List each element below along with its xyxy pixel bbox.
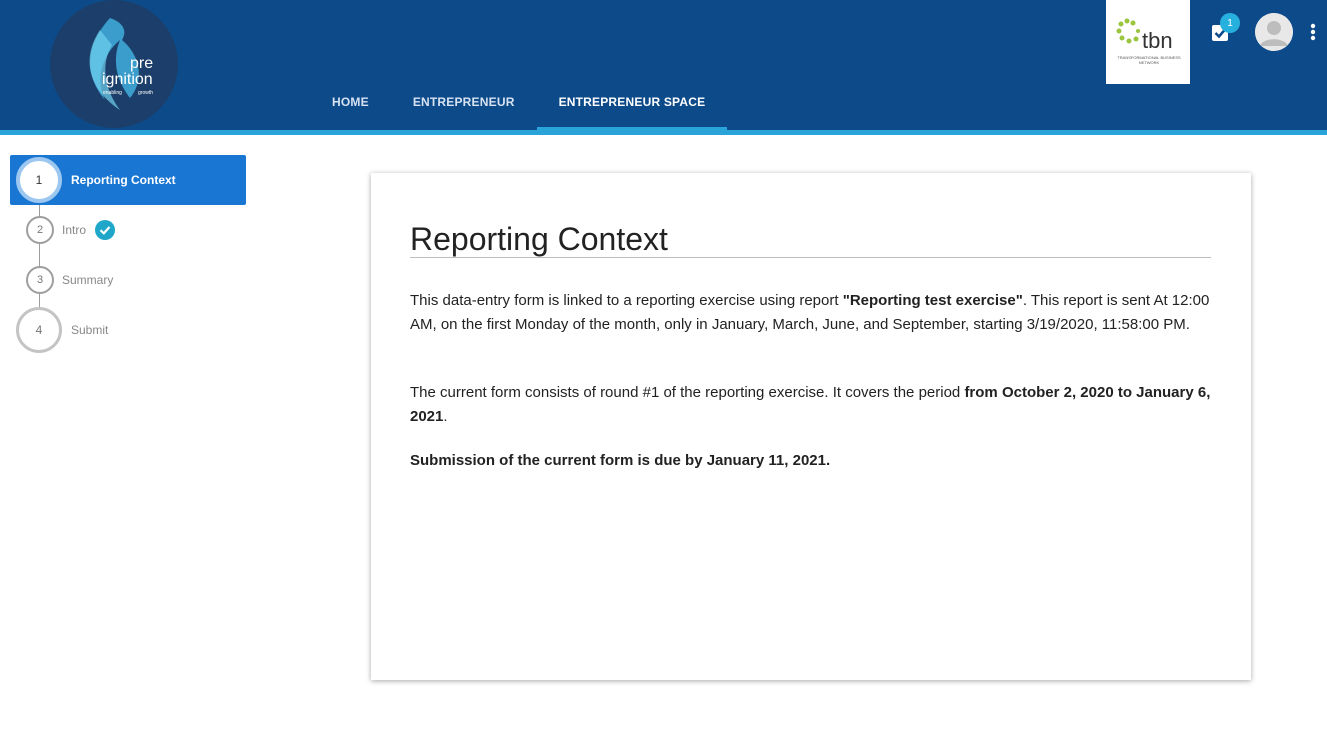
- app-header: pre ignition enabling growth HOME ENTREP…: [0, 0, 1327, 130]
- step-number: 4: [16, 307, 62, 353]
- report-description: This data-entry form is linked to a repo…: [410, 289, 1211, 337]
- svg-text:growth: growth: [138, 90, 153, 96]
- text-segment: .: [443, 408, 448, 425]
- step-label: Summary: [62, 273, 114, 287]
- period-description: The current form consists of round #1 of…: [410, 381, 1211, 429]
- due-date-notice: Submission of the current form is due by…: [410, 452, 831, 469]
- more-vertical-icon[interactable]: [1306, 20, 1320, 46]
- page-title: Reporting Context: [410, 221, 668, 257]
- tasks-badge: 1: [1220, 13, 1240, 33]
- main-nav: HOME ENTREPRENEUR ENTREPRENEUR SPACE: [310, 80, 728, 130]
- tbn-wordmark: tbn: [1142, 28, 1173, 53]
- title-divider: [410, 257, 1211, 258]
- text-segment: This data-entry form is linked to a repo…: [410, 292, 843, 309]
- step-label: Reporting Context: [71, 173, 176, 187]
- step-number: 2: [26, 216, 54, 244]
- header-accent-bar: [0, 130, 1327, 135]
- tab-entrepreneur[interactable]: ENTREPRENEUR: [391, 80, 537, 130]
- preignition-logo[interactable]: pre ignition enabling growth: [50, 0, 179, 128]
- report-name: "Reporting test exercise": [842, 292, 1023, 309]
- svg-text:pre: pre: [130, 55, 153, 72]
- svg-text:ignition: ignition: [102, 71, 153, 88]
- tbn-logo: tbn TRANSFORMATIONAL BUSINESS NETWORK: [1106, 0, 1190, 84]
- check-circle-icon: [95, 220, 115, 240]
- step-number: 1: [16, 157, 62, 203]
- step-label: Submit: [71, 323, 109, 337]
- text-segment: The current form consists of round #1 of…: [410, 384, 965, 401]
- step-label: Intro: [62, 223, 87, 237]
- content-card: Reporting Context This data-entry form i…: [371, 173, 1251, 680]
- svg-text:enabling: enabling: [103, 90, 122, 96]
- tab-entrepreneur-space[interactable]: ENTREPRENEUR SPACE: [536, 80, 728, 130]
- tab-home[interactable]: HOME: [310, 80, 391, 130]
- step-number: 3: [26, 266, 54, 294]
- step-reporting-context[interactable]: 1 Reporting Context: [10, 155, 246, 205]
- avatar-silhouette-icon: [1255, 13, 1293, 51]
- step-intro[interactable]: 2 Intro: [10, 205, 246, 255]
- stepper: 1 Reporting Context 2 Intro 3 Summary 4 …: [10, 155, 246, 355]
- tbn-tagline: TRANSFORMATIONAL BUSINESS NETWORK: [1117, 55, 1181, 65]
- step-summary[interactable]: 3 Summary: [10, 255, 246, 305]
- user-avatar-icon[interactable]: [1255, 13, 1293, 51]
- step-submit[interactable]: 4 Submit: [10, 305, 246, 355]
